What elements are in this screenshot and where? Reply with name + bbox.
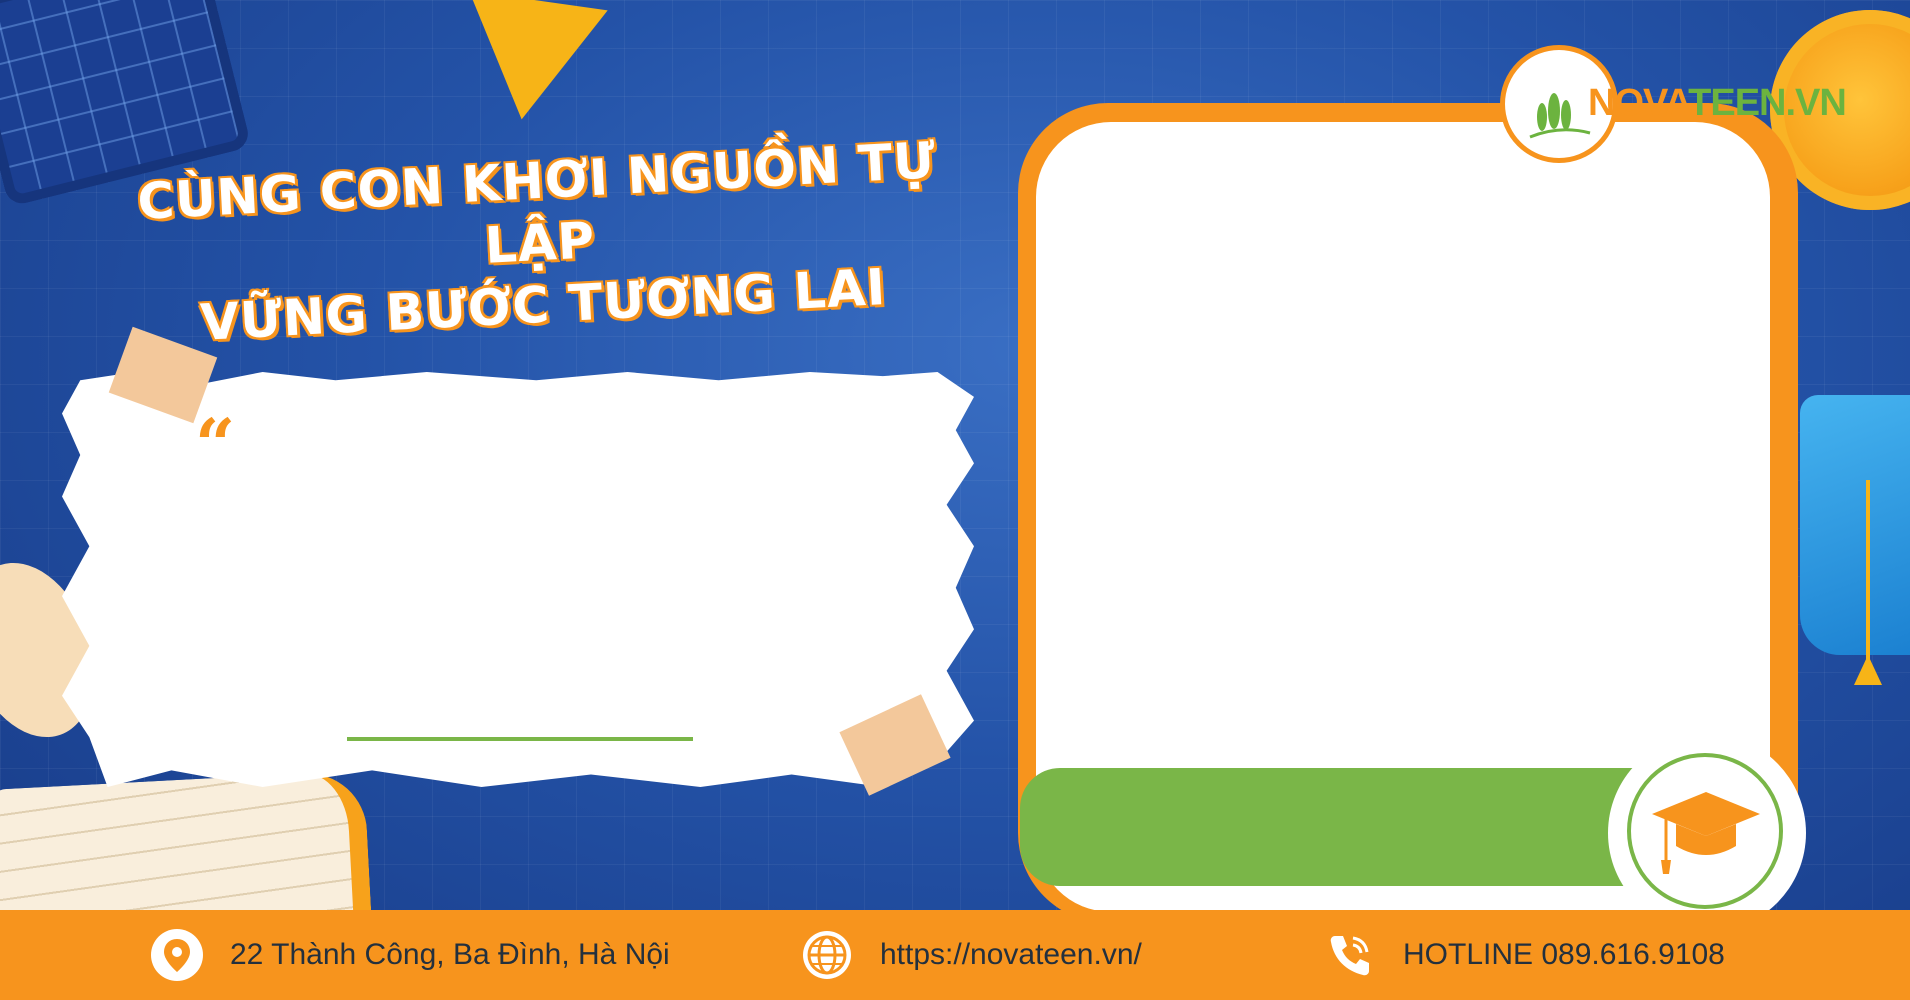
footer-address: 22 Thành Công, Ba Đình, Hà Nội xyxy=(150,910,670,1000)
name-bar[interactable] xyxy=(1020,768,1670,886)
globe-icon xyxy=(803,931,851,979)
tassel-decoration xyxy=(1866,480,1870,660)
grad-cap-decoration xyxy=(1800,395,1910,655)
triangle-decoration xyxy=(452,0,608,130)
address-text: 22 Thành Công, Ba Đình, Hà Nội xyxy=(230,938,670,971)
website-link[interactable]: https://novateen.vn/ xyxy=(880,938,1142,972)
tree-logo-icon xyxy=(1529,93,1591,139)
logo-text-teen: TEEN.VN xyxy=(1688,82,1847,124)
footer-website[interactable]: https://novateen.vn/ xyxy=(800,910,1142,1000)
tassel-end-decoration xyxy=(1854,655,1882,685)
signature-line xyxy=(347,737,693,741)
logo-text-nova: NOVA xyxy=(1588,82,1689,124)
quote-mark: “ xyxy=(195,403,236,486)
footer-hotline[interactable]: HOTLINE 089.616.9108 xyxy=(1323,910,1725,1000)
hotline-text[interactable]: HOTLINE 089.616.9108 xyxy=(1403,938,1725,972)
location-pin-icon xyxy=(151,929,203,981)
graduation-cap-icon xyxy=(1652,792,1760,874)
phone-icon xyxy=(1330,936,1369,976)
footer: 22 Thành Công, Ba Đình, Hà Nội https://n… xyxy=(0,910,1910,1000)
logo-text: NOVATEEN.VN xyxy=(1588,82,1847,125)
